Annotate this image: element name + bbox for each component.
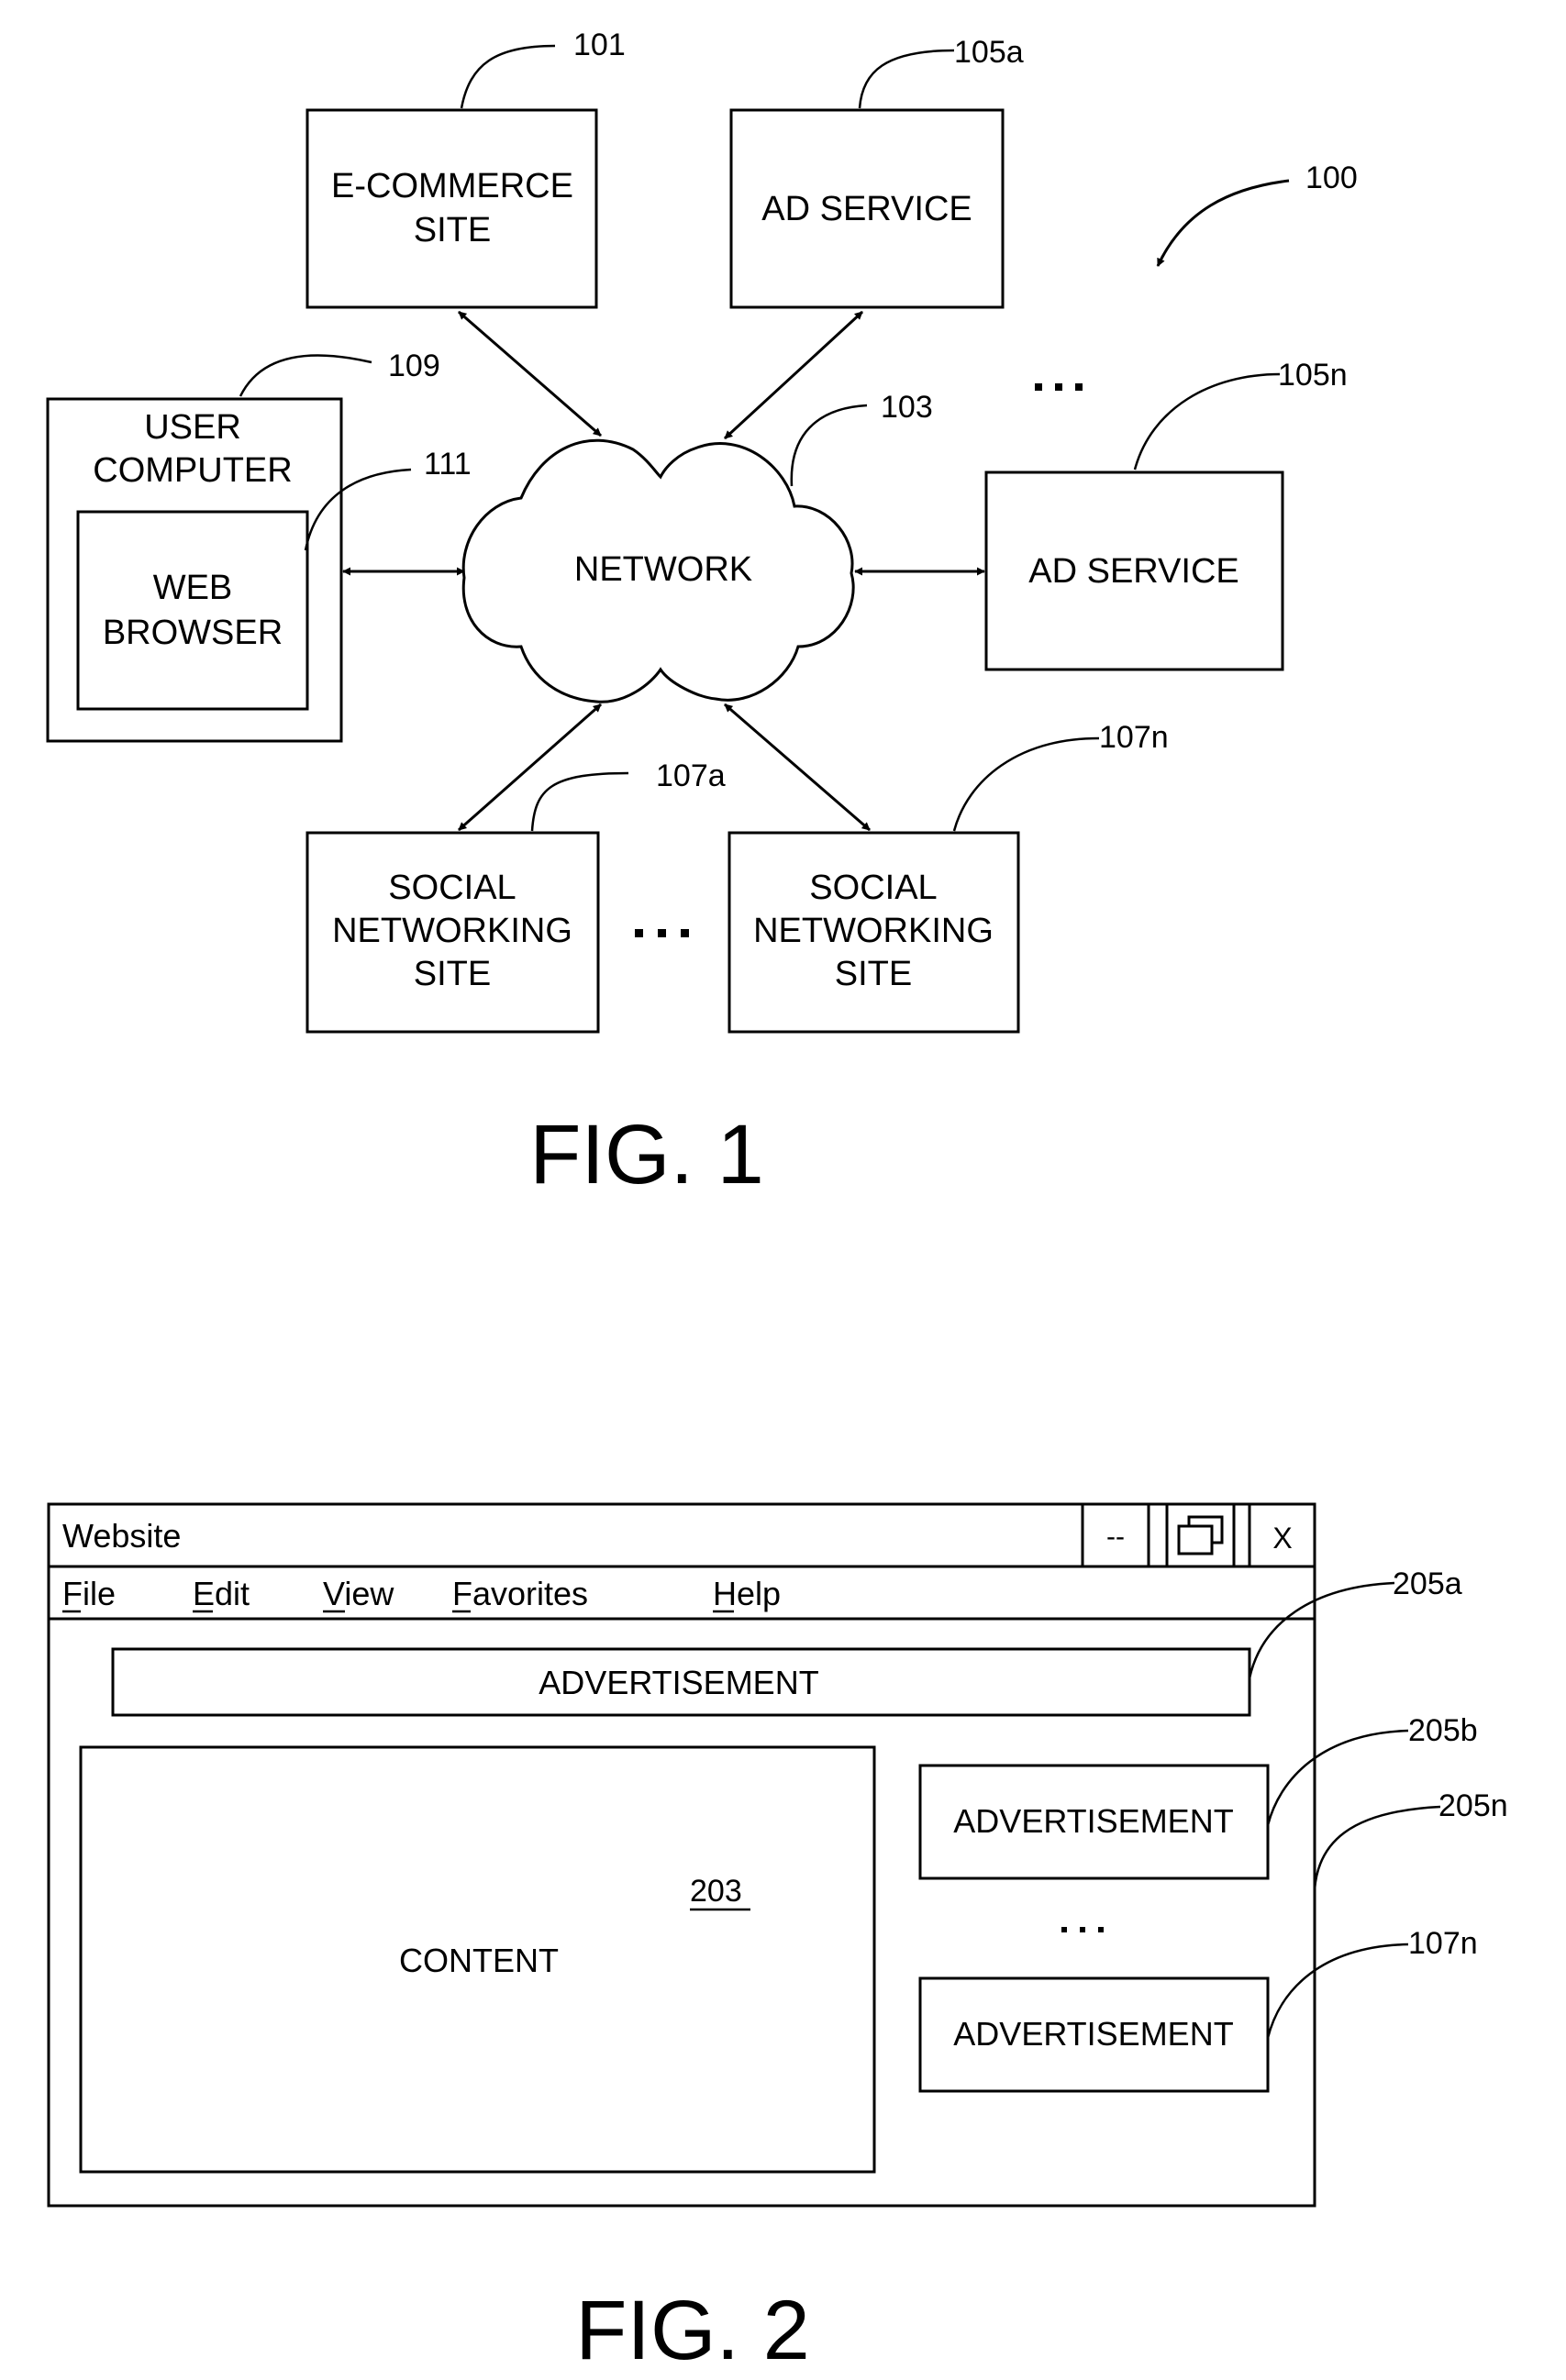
ref-107n-fig2: 107n xyxy=(1408,1926,1478,1961)
social-n-label-line2: NETWORKING xyxy=(753,912,994,950)
network-node: NETWORK 103 xyxy=(461,390,933,703)
leader-205n xyxy=(1313,1805,1441,1890)
connection-ecommerce-network xyxy=(458,310,602,437)
social-n-label-line1: SOCIAL xyxy=(809,869,937,907)
ref-203: 203 xyxy=(690,1874,742,1909)
leader-103 xyxy=(790,404,868,487)
ref-107a: 107a xyxy=(656,758,726,793)
user-computer-label-line2: COMPUTER xyxy=(93,451,292,490)
social-a-label-line1: SOCIAL xyxy=(388,869,516,907)
ref-100: 100 xyxy=(1305,161,1358,195)
system-arrow xyxy=(1156,179,1290,267)
menu-help[interactable]: Help xyxy=(713,1575,781,1612)
menu-view[interactable]: View xyxy=(323,1575,394,1612)
web-browser-label-line1: WEB xyxy=(153,569,233,607)
ref-101: 101 xyxy=(573,28,626,62)
patent-drawing: 100 E-COMMERCE SITE 101 AD SERVICE 105a … xyxy=(46,28,1508,2377)
social-network-a-node: SOCIAL NETWORKING SITE 107a xyxy=(305,758,726,1034)
ecommerce-site-node: E-COMMERCE SITE 101 xyxy=(305,28,626,309)
side-advertisement-2-label: ADVERTISEMENT xyxy=(953,2015,1233,2053)
menu-favorites[interactable]: Favorites xyxy=(452,1575,588,1612)
connection-adservice-a-network xyxy=(723,310,864,440)
figure-2: Website -- X File Edit View Favorites He… xyxy=(47,1502,1508,2377)
leader-107n xyxy=(952,736,1100,832)
user-computer-label-line1: USER xyxy=(144,408,241,447)
ecommerce-label-line2: SITE xyxy=(414,211,491,249)
minimize-icon: -- xyxy=(1106,1522,1125,1552)
ecommerce-site-box xyxy=(305,108,598,309)
ad-service-a-node: AD SERVICE 105a xyxy=(729,35,1024,309)
figure-1-caption: FIG. 1 xyxy=(529,1108,764,1201)
system-reference: 100 xyxy=(1156,161,1358,267)
leader-107a xyxy=(530,771,629,832)
user-computer-node: USER COMPUTER 109 WEB BROWSER 111 xyxy=(46,349,472,743)
ref-103: 103 xyxy=(881,390,933,425)
ref-105a: 105a xyxy=(954,35,1024,70)
top-advertisement-label: ADVERTISEMENT xyxy=(539,1664,818,1701)
web-browser-label-line2: BROWSER xyxy=(103,614,283,652)
web-browser-box xyxy=(76,510,309,711)
ad-service-n-node: AD SERVICE 105n xyxy=(984,358,1348,671)
minimize-button[interactable]: -- xyxy=(1084,1506,1147,1565)
restore-button[interactable] xyxy=(1169,1506,1232,1565)
ecommerce-label-line1: E-COMMERCE xyxy=(331,167,573,205)
close-icon: X xyxy=(1272,1522,1292,1555)
ref-107n: 107n xyxy=(1099,720,1169,755)
leader-105a xyxy=(858,49,955,109)
menu-edit[interactable]: Edit xyxy=(193,1575,250,1612)
social-n-label-line3: SITE xyxy=(835,955,912,993)
connection-social-a-network xyxy=(458,703,602,832)
ad-services-ellipsis xyxy=(1035,383,1083,391)
ref-205b: 205b xyxy=(1408,1713,1478,1748)
close-button[interactable]: X xyxy=(1251,1506,1313,1565)
window-controls: -- X xyxy=(1081,1504,1313,1566)
leader-109 xyxy=(239,354,372,397)
ad-service-a-label: AD SERVICE xyxy=(761,190,972,228)
figure-1: 100 E-COMMERCE SITE 101 AD SERVICE 105a … xyxy=(46,28,1358,1201)
ref-109: 109 xyxy=(388,349,440,383)
social-a-label-line2: NETWORKING xyxy=(332,912,572,950)
figure-2-caption: FIG. 2 xyxy=(575,2284,810,2377)
leader-101 xyxy=(460,44,556,109)
network-label: NETWORK xyxy=(574,550,752,589)
connection-social-n-network xyxy=(724,703,871,832)
ref-111: 111 xyxy=(424,447,472,482)
content-label: CONTENT xyxy=(399,1942,559,1979)
menu-file[interactable]: File xyxy=(62,1575,116,1612)
content-area: CONTENT 203 xyxy=(79,1745,876,2174)
ref-205n: 205n xyxy=(1438,1788,1508,1823)
social-a-label-line3: SITE xyxy=(414,955,491,993)
ref-205a: 205a xyxy=(1393,1566,1462,1601)
side-advertisement-1-label: ADVERTISEMENT xyxy=(953,1802,1233,1840)
window-title: Website xyxy=(62,1517,181,1555)
ref-105n: 105n xyxy=(1278,358,1348,393)
social-sites-ellipsis xyxy=(635,929,689,937)
leader-105n xyxy=(1133,372,1281,470)
ad-service-n-label: AD SERVICE xyxy=(1028,552,1238,591)
